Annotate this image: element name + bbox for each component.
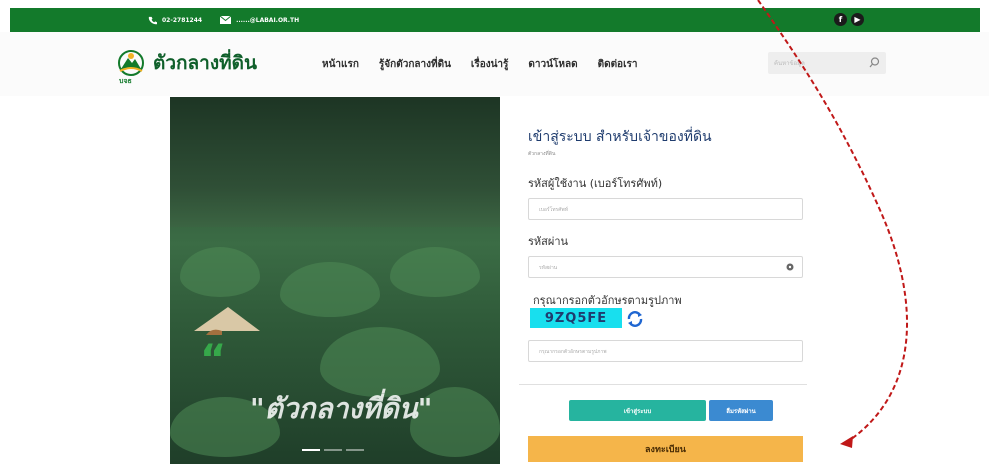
nav-item-articles[interactable]: เรื่องน่ารู้ xyxy=(471,57,509,72)
captcha-label: กรุณากรอกตัวอักษรตามรูปภาพ xyxy=(533,294,682,307)
logo-abbreviation: บจธ xyxy=(119,77,132,85)
phone-icon xyxy=(148,16,157,24)
social-links: f ▶ xyxy=(834,13,864,26)
logo-name: ตัวกลางที่ดิน xyxy=(153,52,257,74)
hero-leaf xyxy=(180,247,260,297)
logo-emblem: บจธ xyxy=(117,50,145,86)
password-field[interactable]: รหัสผ่าน xyxy=(528,256,803,278)
site-logo[interactable]: บจธ ตัวกลางที่ดิน xyxy=(117,50,257,86)
hero-leaf xyxy=(390,247,480,297)
mail-icon xyxy=(220,16,232,24)
refresh-icon[interactable] xyxy=(626,310,644,328)
search-icon[interactable] xyxy=(869,57,880,68)
captcha-image: 9ZQ5FE xyxy=(530,308,622,328)
top-contact-bar: 02-2781244 ......@LABAI.OR.TH f ▶ xyxy=(10,8,980,32)
search-placeholder: ค้นหาข้อมูล xyxy=(774,60,805,67)
captcha-field[interactable]: กรุณากรอกตัวอักษรตามรูปภาพ xyxy=(528,340,803,362)
carousel-dot[interactable] xyxy=(302,449,320,451)
site-header: บจธ ตัวกลางที่ดิน หน้าแรก รู้จักตัวกลางท… xyxy=(0,32,989,96)
username-label: รหัสผู้ใช้งาน (เบอร์โทรศัพท์) xyxy=(528,177,663,190)
nav-item-download[interactable]: ดาวน์โหลด xyxy=(528,57,577,72)
password-label: รหัสผ่าน xyxy=(528,235,569,248)
nav-item-contact[interactable]: ติดต่อเรา xyxy=(598,57,638,72)
nav-item-about[interactable]: รู้จักตัวกลางที่ดิน xyxy=(379,57,451,72)
username-placeholder: เบอร์โทรศัพท์ xyxy=(539,207,569,213)
main-nav: หน้าแรก รู้จักตัวกลางที่ดิน เรื่องน่ารู้… xyxy=(322,57,637,72)
email-contact[interactable]: ......@LABAI.OR.TH xyxy=(220,16,299,24)
youtube-icon[interactable]: ▶ xyxy=(851,13,864,26)
nav-item-home[interactable]: หน้าแรก xyxy=(322,57,359,72)
captcha-placeholder: กรุณากรอกตัวอักษรตามรูปภาพ xyxy=(539,349,607,355)
phone-number: 02-2781244 xyxy=(162,16,203,24)
hero-caption: "ตัวกลางที่ดิน" xyxy=(250,392,433,425)
carousel-indicators xyxy=(302,449,364,451)
email-address: ......@LABAI.OR.TH xyxy=(236,16,300,24)
search-input[interactable]: ค้นหาข้อมูล xyxy=(768,52,886,74)
hero-leaf xyxy=(280,262,380,317)
farmer-hat xyxy=(194,307,260,335)
login-button[interactable]: เข้าสู่ระบบ xyxy=(569,400,706,421)
form-title: เข้าสู่ระบบ สำหรับเจ้าของที่ดิน xyxy=(528,129,712,145)
password-placeholder: รหัสผ่าน xyxy=(539,265,558,271)
form-divider xyxy=(519,384,807,385)
carousel-dot[interactable] xyxy=(324,449,342,451)
carousel-dot[interactable] xyxy=(346,449,364,451)
forgot-password-button[interactable]: ลืมรหัสผ่าน xyxy=(709,400,773,421)
form-subtitle: ตัวกลางที่ดิน xyxy=(528,151,556,157)
phone-contact[interactable]: 02-2781244 xyxy=(148,16,202,25)
register-button[interactable]: ลงทะเบียน xyxy=(528,436,803,462)
contact-info: 02-2781244 ......@LABAI.OR.TH xyxy=(148,8,299,32)
username-field[interactable]: เบอร์โทรศัพท์ xyxy=(528,198,803,220)
logo-mountain-icon xyxy=(118,50,144,76)
quote-mark: “ xyxy=(200,337,227,383)
facebook-icon[interactable]: f xyxy=(834,13,847,26)
hero-image: “ "ตัวกลางที่ดิน" xyxy=(170,97,500,464)
hero-trees xyxy=(170,97,500,227)
eye-icon[interactable] xyxy=(786,263,794,271)
